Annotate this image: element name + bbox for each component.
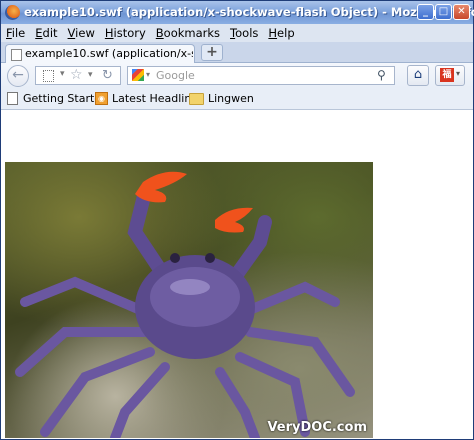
menu-help-label: elp [277,26,295,40]
menu-edit-accel: E [35,26,43,40]
menu-bookmarks[interactable]: Bookmarks [151,26,225,40]
menu-edit[interactable]: Edit [30,26,62,40]
bookmark-label: Lingwen [208,92,254,105]
chevron-down-icon[interactable]: ▾ [456,69,460,78]
addon-button[interactable]: 福 ▾ [435,65,465,86]
menu-help-accel: H [268,26,278,40]
search-bar[interactable]: ▾ ⚲ [127,66,395,85]
menu-tools[interactable]: Tools [225,26,263,40]
verydoc-watermark: VeryDOC.com [267,420,367,435]
menu-view[interactable]: View [63,26,100,40]
reload-icon[interactable]: ↻ [102,68,113,83]
crab-image [15,171,355,438]
navigation-toolbar: ← ▾ ☆ ▾ ↻ ▾ ⚲ ⌂ 福 ▾ [1,63,473,88]
browser-window: example10.swf (application/x-shockwave-f… [0,0,474,440]
menu-bookmarks-label: ookmarks [163,26,221,40]
page-icon [7,92,18,105]
bookmarks-toolbar: Getting Started ◉ Latest Headlines Lingw… [1,88,473,110]
menu-view-label: iew [75,26,95,40]
menu-file[interactable]: File [1,26,30,40]
page-icon [11,49,22,61]
tab-strip: example10.swf (application/x-shockwave-f… [1,42,473,63]
magnifier-icon[interactable]: ⚲ [377,68,386,82]
menu-history-accel: H [104,26,114,40]
tab-active[interactable]: example10.swf (application/x-shockwave-f… [5,44,195,63]
folder-icon [189,92,204,105]
new-tab-button[interactable]: + [201,44,223,61]
chevron-down-icon[interactable]: ▾ [60,69,65,79]
flash-object[interactable]: VeryDOC.com [5,162,373,438]
bookmark-getting-started[interactable]: Getting Started [7,91,108,106]
maximize-button[interactable]: □ [435,4,452,20]
url-bar[interactable]: ▾ ☆ ▾ ↻ [35,66,121,85]
star-icon[interactable]: ☆ [70,67,83,83]
rss-icon: ◉ [95,92,108,105]
page-content: VeryDOC.com [1,110,473,439]
firefox-icon [5,5,20,20]
addon-icon: 福 [440,68,454,82]
menu-history[interactable]: History [100,26,151,40]
menu-help[interactable]: Help [263,26,299,40]
minimize-button[interactable]: _ [417,4,434,20]
google-icon[interactable] [132,69,144,81]
window-title: example10.swf (application/x-shockwave-f… [24,5,474,19]
menu-tools-label: ools [235,26,259,40]
search-engine-dropdown-icon[interactable]: ▾ [146,70,150,79]
title-bar[interactable]: example10.swf (application/x-shockwave-f… [1,1,474,24]
menu-file-label: ile [11,26,26,40]
home-button[interactable]: ⌂ [407,65,429,86]
site-identity-icon[interactable] [43,70,54,82]
menu-edit-label: dit [42,26,58,40]
back-button[interactable]: ← [7,65,29,87]
menu-bar: File Edit View History Bookmarks Tools H… [1,24,473,42]
close-button[interactable]: ✕ [453,4,470,20]
menu-history-label: istory [113,26,146,40]
tab-label: example10.swf (application/x-shockwave-f… [25,47,193,60]
search-input[interactable] [156,68,366,83]
history-dropdown-icon[interactable]: ▾ [88,70,93,80]
menu-bookmarks-accel: B [155,26,164,40]
bookmark-latest-headlines[interactable]: ◉ Latest Headlines [95,91,204,106]
bookmark-lingwen[interactable]: Lingwen [189,91,254,106]
